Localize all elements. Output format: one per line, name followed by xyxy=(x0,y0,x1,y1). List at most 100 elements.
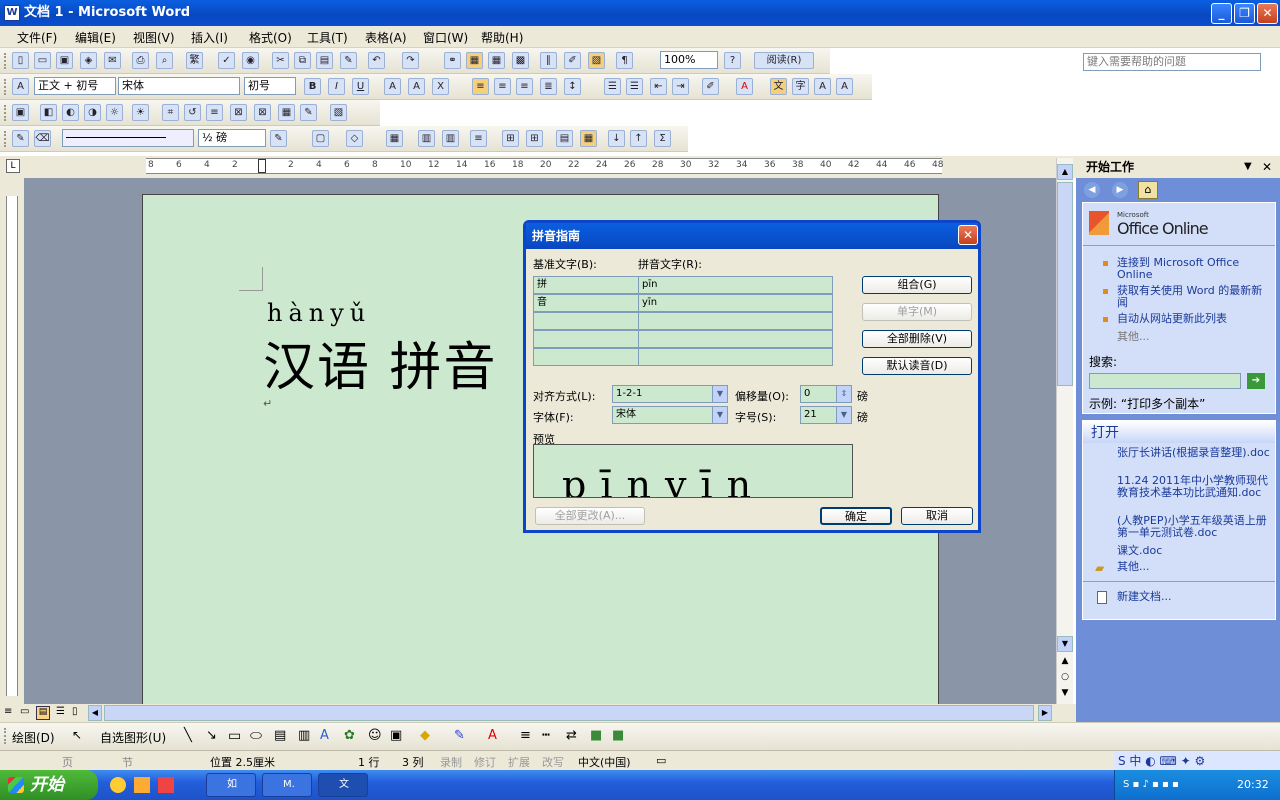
font-color-icon[interactable]: A xyxy=(736,78,753,95)
tray-icons[interactable]: S ▪ ♪ ▪ ▪ ▪ xyxy=(1123,770,1179,800)
traditional-chinese-icon[interactable]: 繁 xyxy=(186,52,203,69)
new-icon[interactable]: ▯ xyxy=(12,52,29,69)
read-button[interactable]: 阅读(R) xyxy=(754,52,814,69)
draw-menu[interactable]: 绘图(D) xyxy=(12,729,55,746)
base-text-cell[interactable]: 音 xyxy=(533,294,639,312)
ruby-text-cell[interactable] xyxy=(638,348,833,366)
scroll-right-icon[interactable]: ▶ xyxy=(1038,705,1052,721)
reading-view-icon[interactable]: ▯ xyxy=(72,706,78,717)
insert-table-icon[interactable]: ▦ xyxy=(488,52,505,69)
pane-dropdown-icon[interactable]: ▼ xyxy=(1244,156,1252,178)
spelling-status-icon[interactable]: ▭ xyxy=(656,754,666,767)
align-center-icon[interactable]: ≡ xyxy=(494,78,511,95)
base-text-cell[interactable] xyxy=(533,312,639,330)
default-reading-button[interactable]: 默认读音(D) xyxy=(862,357,972,375)
eraser-icon[interactable]: ⌫ xyxy=(34,130,51,147)
scroll-thumb[interactable] xyxy=(1057,182,1073,386)
font-select[interactable]: 宋体 xyxy=(118,77,240,95)
ruby-text-cell[interactable]: yīn xyxy=(638,294,833,312)
textbox-icon[interactable]: ▤ xyxy=(274,728,286,743)
scroll-left-icon[interactable]: ◀ xyxy=(88,705,102,721)
redo-icon[interactable]: ↷ xyxy=(402,52,419,69)
sort-ascending-icon[interactable]: ↓ xyxy=(608,130,625,147)
link-news[interactable]: 获取有关使用 Word 的最新新闻 xyxy=(1117,285,1267,309)
quicklaunch-icon[interactable] xyxy=(110,777,126,793)
show-hide-icon[interactable]: ¶ xyxy=(616,52,633,69)
scroll-up-icon[interactable]: ▲ xyxy=(1057,164,1073,180)
vertical-scrollbar[interactable]: ▲ ▼ ▲ ○ ▼ xyxy=(1056,158,1073,704)
font-select[interactable]: 宋体 ▼ xyxy=(612,406,728,424)
taskbar-item-word[interactable]: 文 xyxy=(318,773,368,797)
toolbar-grip[interactable] xyxy=(4,79,7,95)
ruby-text-cell[interactable] xyxy=(638,312,833,330)
text-wrap-icon[interactable]: ⊠ xyxy=(254,104,271,121)
menu-format[interactable]: 格式(O) xyxy=(249,29,292,46)
line-style-icon[interactable]: ≡ xyxy=(520,728,531,743)
draw-table-icon[interactable]: ✎ xyxy=(12,130,29,147)
arrow-icon[interactable]: ↘ xyxy=(206,728,217,743)
clear-all-button[interactable]: 全部删除(V) xyxy=(862,330,972,348)
hanzi-text[interactable]: 汉语 拼音 xyxy=(263,325,498,400)
fill-color-icon[interactable]: ◆ xyxy=(420,728,430,743)
toolbar-grip[interactable] xyxy=(4,728,7,744)
base-text-cell[interactable] xyxy=(533,348,639,366)
clipart-icon[interactable]: ☺ xyxy=(368,728,382,743)
columns-icon[interactable]: ∥ xyxy=(540,52,557,69)
grow-font-icon[interactable]: A xyxy=(814,78,831,95)
base-text-cell[interactable] xyxy=(533,330,639,348)
reset-picture-icon[interactable]: ▧ xyxy=(330,104,347,121)
recent-file[interactable]: 11.24 2011年中小学教师现代教育技术基本功比武通知.doc xyxy=(1117,475,1273,499)
line-spacing-icon[interactable]: ↕ xyxy=(564,78,581,95)
merge-cells-icon[interactable]: ▥ xyxy=(418,130,435,147)
link-connect[interactable]: 连接到 Microsoft Office Online xyxy=(1117,257,1267,281)
status-track[interactable]: 修订 xyxy=(474,754,496,770)
indent-marker[interactable] xyxy=(258,159,266,173)
tab-selector[interactable]: L xyxy=(6,159,20,173)
back-icon[interactable]: ◀ xyxy=(1084,182,1100,198)
print-icon[interactable]: ⎙ xyxy=(132,52,149,69)
shading-color-icon[interactable]: ◇ xyxy=(346,130,363,147)
brightness-icon[interactable]: ☼ xyxy=(106,104,123,121)
normal-view-icon[interactable]: ≡ xyxy=(4,706,12,717)
spelling-icon[interactable]: ✓ xyxy=(218,52,235,69)
toolbar-grip[interactable] xyxy=(4,105,7,121)
permission-icon[interactable]: ◈ xyxy=(80,52,97,69)
bold-icon[interactable]: B xyxy=(304,78,321,95)
menu-table[interactable]: 表格(A) xyxy=(365,29,407,46)
mono-button[interactable]: 单字(M) xyxy=(862,303,972,321)
menu-tools[interactable]: 工具(T) xyxy=(307,29,348,46)
group-button[interactable]: 组合(G) xyxy=(862,276,972,294)
highlight-icon[interactable]: ✐ xyxy=(702,78,719,95)
distribute-rows-icon[interactable]: ⊞ xyxy=(502,130,519,147)
new-doc-link[interactable]: 新建文档... xyxy=(1117,591,1172,603)
menu-file[interactable]: 文件(F) xyxy=(17,29,57,46)
bullets-icon[interactable]: ☰ xyxy=(626,78,643,95)
line-color-icon[interactable]: ✎ xyxy=(454,728,465,743)
drawing-icon[interactable]: ✐ xyxy=(564,52,581,69)
styles-icon[interactable]: A xyxy=(12,78,29,95)
hscroll-thumb[interactable] xyxy=(104,705,1034,721)
close-button[interactable]: ✕ xyxy=(1257,3,1278,24)
quicklaunch-icon[interactable] xyxy=(134,777,150,793)
size-select[interactable]: 初号 xyxy=(244,77,296,95)
help-icon[interactable]: ? xyxy=(724,52,741,69)
status-overtype[interactable]: 改写 xyxy=(542,754,564,770)
border-color-icon[interactable]: ✎ xyxy=(270,130,287,147)
char-scale-icon[interactable]: X xyxy=(432,78,449,95)
recent-file[interactable]: 课文.doc xyxy=(1117,545,1273,557)
char-shading-icon[interactable]: A xyxy=(408,78,425,95)
undo-icon[interactable]: ↶ xyxy=(368,52,385,69)
restore-button[interactable]: ❐ xyxy=(1234,3,1255,24)
prev-page-icon[interactable]: ▲ xyxy=(1057,656,1073,670)
italic-icon[interactable]: I xyxy=(328,78,345,95)
base-text-cell[interactable]: 拼 xyxy=(533,276,639,294)
cut-icon[interactable]: ✂ xyxy=(272,52,289,69)
hyperlink-icon[interactable]: ⚭ xyxy=(444,52,461,69)
start-button[interactable]: 开始 xyxy=(0,770,98,800)
align-left-icon[interactable]: ≡ xyxy=(472,78,489,95)
status-extend[interactable]: 扩展 xyxy=(508,754,530,770)
insert-picture-icon[interactable]: ▣ xyxy=(12,104,29,121)
ok-button[interactable]: 确定 xyxy=(820,507,892,525)
menu-insert[interactable]: 插入(I) xyxy=(191,29,228,46)
line-style-select[interactable] xyxy=(62,129,194,147)
